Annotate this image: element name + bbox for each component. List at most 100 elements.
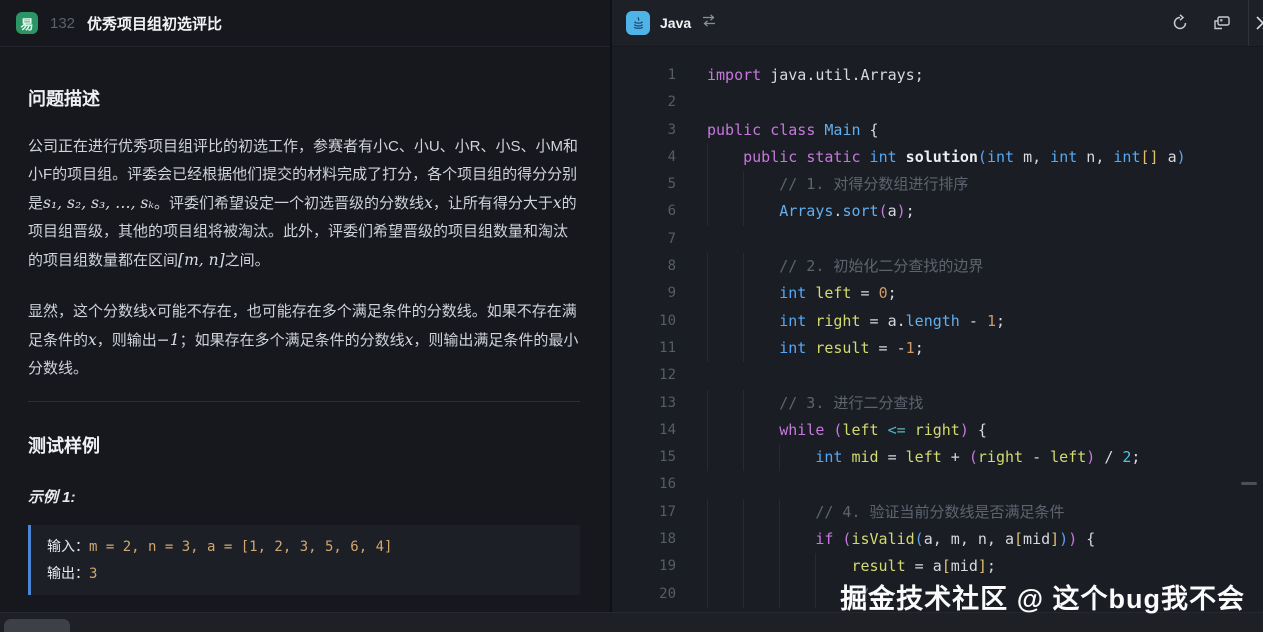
indent-guide <box>707 526 743 553</box>
code-line: 8// 2. 初始化二分查找的边界 <box>612 253 1263 280</box>
inline-math: x <box>553 194 562 212</box>
example-input-row: 输入：m = 2, n = 3, a = [1, 2, 3, 5, 6, 4] <box>47 533 564 560</box>
indent-guide <box>707 144 743 171</box>
code-line: 5// 1. 对得分数组进行排序 <box>612 171 1263 198</box>
line-number: 2 <box>612 89 676 116</box>
indent-guide <box>743 553 779 580</box>
indent-guide <box>743 526 779 553</box>
indent-guide <box>779 444 815 471</box>
description-heading: 问题描述 <box>28 85 580 111</box>
indent-guide <box>779 553 815 580</box>
line-number: 17 <box>612 499 676 526</box>
language-selector[interactable]: Java <box>626 11 717 35</box>
line-number: 5 <box>612 171 676 198</box>
indent-guide <box>707 171 743 198</box>
indent-guide <box>743 335 779 362</box>
code-line: 10int right = a.length - 1; <box>612 308 1263 335</box>
code-line: 6Arrays.sort(a); <box>612 198 1263 225</box>
code-line: 3public class Main { <box>612 117 1263 144</box>
output-value: 3 <box>89 566 97 582</box>
problem-title: 优秀项目组初选评比 <box>87 13 222 34</box>
code-line: 14while (left <= right) { <box>612 417 1263 444</box>
indent-guide <box>743 280 779 307</box>
indent-guide <box>743 308 779 335</box>
indent-guide <box>707 444 743 471</box>
bottom-bar-button[interactable] <box>4 619 70 632</box>
indent-guide <box>707 553 743 580</box>
code-line: 16 <box>612 471 1263 498</box>
indent-guide <box>743 499 779 526</box>
line-number: 6 <box>612 198 676 225</box>
inline-math: x <box>88 331 97 349</box>
collapse-panel-icon[interactable] <box>1254 14 1263 32</box>
line-number: 18 <box>612 526 676 553</box>
line-number: 4 <box>612 144 676 171</box>
inline-math: [m, n] <box>178 251 225 269</box>
problem-paragraph: 公司正在进行优秀项目组评比的初选工作，参赛者有小C、小U、小R、小S、小M和小F… <box>28 133 580 275</box>
line-number: 7 <box>612 226 676 253</box>
problem-paragraph: 显然，这个分数线x可能不存在，也可能存在多个满足条件的分数线。如果不存在满足条件… <box>28 297 580 383</box>
coding-problem-page: 易 132 优秀项目组初选评比 问题描述 公司正在进行优秀项目组评比的初选工作，… <box>0 0 1263 632</box>
reset-code-icon[interactable] <box>1170 13 1190 33</box>
code-line: 9int left = 0; <box>612 280 1263 307</box>
example1-label: 示例 1: <box>28 486 580 507</box>
line-number: 1 <box>612 62 676 89</box>
inline-math: x <box>424 194 433 212</box>
language-label: Java <box>660 15 691 31</box>
indent-guide <box>707 390 743 417</box>
watermark-text: 掘金技术社区 @ 这个bug我不会 <box>840 577 1245 616</box>
problem-number: 132 <box>50 15 75 32</box>
swap-language-icon[interactable] <box>701 14 717 33</box>
indent-guide <box>707 581 743 608</box>
indent-guide <box>779 526 815 553</box>
example1-block: 输入：m = 2, n = 3, a = [1, 2, 3, 5, 6, 4] … <box>28 525 580 595</box>
code-line: 11int result = -1; <box>612 335 1263 362</box>
indent-guide <box>707 280 743 307</box>
java-icon <box>626 11 650 35</box>
code-line: 7 <box>612 226 1263 253</box>
line-number: 3 <box>612 117 676 144</box>
line-number: 8 <box>612 253 676 280</box>
code-line: 2 <box>612 89 1263 116</box>
editor-panel: Java <box>612 0 1263 632</box>
line-number: 13 <box>612 390 676 417</box>
input-value: m = 2, n = 3, a = [1, 2, 3, 5, 6, 4] <box>89 539 392 555</box>
problem-description-scroll[interactable]: 问题描述 公司正在进行优秀项目组评比的初选工作，参赛者有小C、小U、小R、小S、… <box>0 47 610 612</box>
inline-math: s₁, s₂, s₃, …, sₖ <box>43 194 154 212</box>
indent-guide <box>743 417 779 444</box>
indent-guide <box>707 335 743 362</box>
line-number: 11 <box>612 335 676 362</box>
indent-guide <box>707 198 743 225</box>
difficulty-badge: 易 <box>16 12 38 34</box>
scrollbar-marker[interactable] <box>1241 482 1257 485</box>
code-line: 1import java.util.Arrays; <box>612 62 1263 89</box>
code-line: 13// 3. 进行二分查找 <box>612 390 1263 417</box>
inline-math: x <box>148 302 157 320</box>
code-line: 15int mid = left + (right - left) / 2; <box>612 444 1263 471</box>
line-number: 14 <box>612 417 676 444</box>
line-number: 9 <box>612 280 676 307</box>
indent-guide <box>743 171 779 198</box>
output-label: 输出： <box>47 565 89 581</box>
example-output-row: 输出：3 <box>47 560 564 587</box>
code-line: 4public static int solution(int m, int n… <box>612 144 1263 171</box>
code-line: 17// 4. 验证当前分数线是否满足条件 <box>612 499 1263 526</box>
samples-heading: 测试样例 <box>28 432 580 458</box>
line-number: 19 <box>612 553 676 580</box>
code-line: 18if (isValid(a, m, n, a[mid])) { <box>612 526 1263 553</box>
editor-header: Java <box>612 0 1263 47</box>
line-number: 20 <box>612 581 676 608</box>
line-number: 16 <box>612 471 676 498</box>
indent-guide <box>707 499 743 526</box>
header-divider <box>1248 0 1249 47</box>
indent-guide <box>743 253 779 280</box>
indent-guide <box>707 417 743 444</box>
indent-guide <box>779 499 815 526</box>
section-divider <box>28 401 580 402</box>
code-editor[interactable]: 1import java.util.Arrays;23public class … <box>612 47 1263 632</box>
description-paragraphs: 公司正在进行优秀项目组评比的初选工作，参赛者有小C、小U、小R、小S、小M和小F… <box>28 133 580 383</box>
indent-guide <box>707 253 743 280</box>
line-number: 12 <box>612 362 676 389</box>
format-code-icon[interactable] <box>1212 13 1232 33</box>
problem-panel: 易 132 优秀项目组初选评比 问题描述 公司正在进行优秀项目组评比的初选工作，… <box>0 0 610 632</box>
